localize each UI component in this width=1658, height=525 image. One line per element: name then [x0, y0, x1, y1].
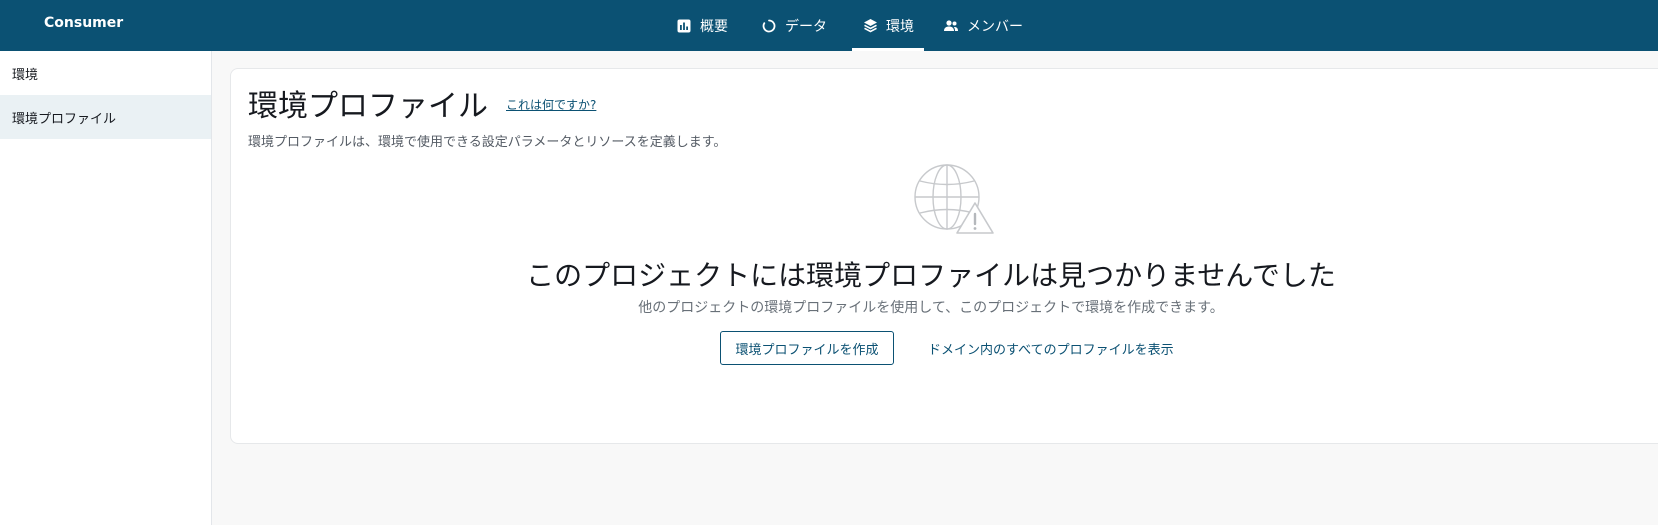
sidebar-item-environment-profiles[interactable]: 環境プロファイル [0, 95, 211, 139]
bar-chart-icon [676, 18, 692, 34]
page-title: 環境プロファイル [248, 89, 488, 124]
globe-warning-icon [913, 163, 995, 235]
tab-data[interactable]: データ [761, 0, 827, 51]
circle-icon [761, 18, 777, 34]
tab-members[interactable]: メンバー [943, 0, 1023, 51]
users-icon [943, 18, 959, 34]
empty-state-subtitle: 他のプロジェクトの環境プロファイルを使用して、このプロジェクトで環境を作成できま… [638, 300, 1224, 316]
tab-overview-label: 概要 [700, 18, 728, 35]
main-nav: 概要 データ 環境 メンバー [0, 0, 1658, 51]
sidebar: 環境 環境プロファイル [0, 51, 212, 525]
tab-members-label: メンバー [967, 18, 1023, 35]
sidebar-item-label: 環境プロファイル [12, 111, 117, 127]
tab-environment[interactable]: 環境 [852, 0, 924, 51]
top-navigation-bar: Consumer 概要 データ 環境 メンバー [0, 0, 1658, 51]
info-link[interactable]: これは何ですか? [506, 96, 596, 113]
tab-overview[interactable]: 概要 [676, 0, 728, 51]
create-environment-profile-button[interactable]: 環境プロファイルを作成 [720, 331, 894, 365]
sidebar-item-environments[interactable]: 環境 [0, 51, 211, 95]
tab-environment-label: 環境 [886, 18, 914, 35]
view-all-profiles-link[interactable]: ドメイン内のすべてのプロファイルを表示 [928, 339, 1174, 358]
environment-profiles-panel: 環境プロファイル これは何ですか? 環境プロファイルは、環境で使用できる設定パラ… [230, 68, 1658, 444]
empty-state-title: このプロジェクトには環境プロファイルは見つかりませんでした [526, 259, 1336, 292]
page-description: 環境プロファイルは、環境で使用できる設定パラメータとリソースを定義します。 [248, 135, 727, 150]
tab-data-label: データ [785, 18, 827, 35]
sidebar-item-label: 環境 [12, 67, 39, 83]
layers-icon [862, 18, 878, 34]
